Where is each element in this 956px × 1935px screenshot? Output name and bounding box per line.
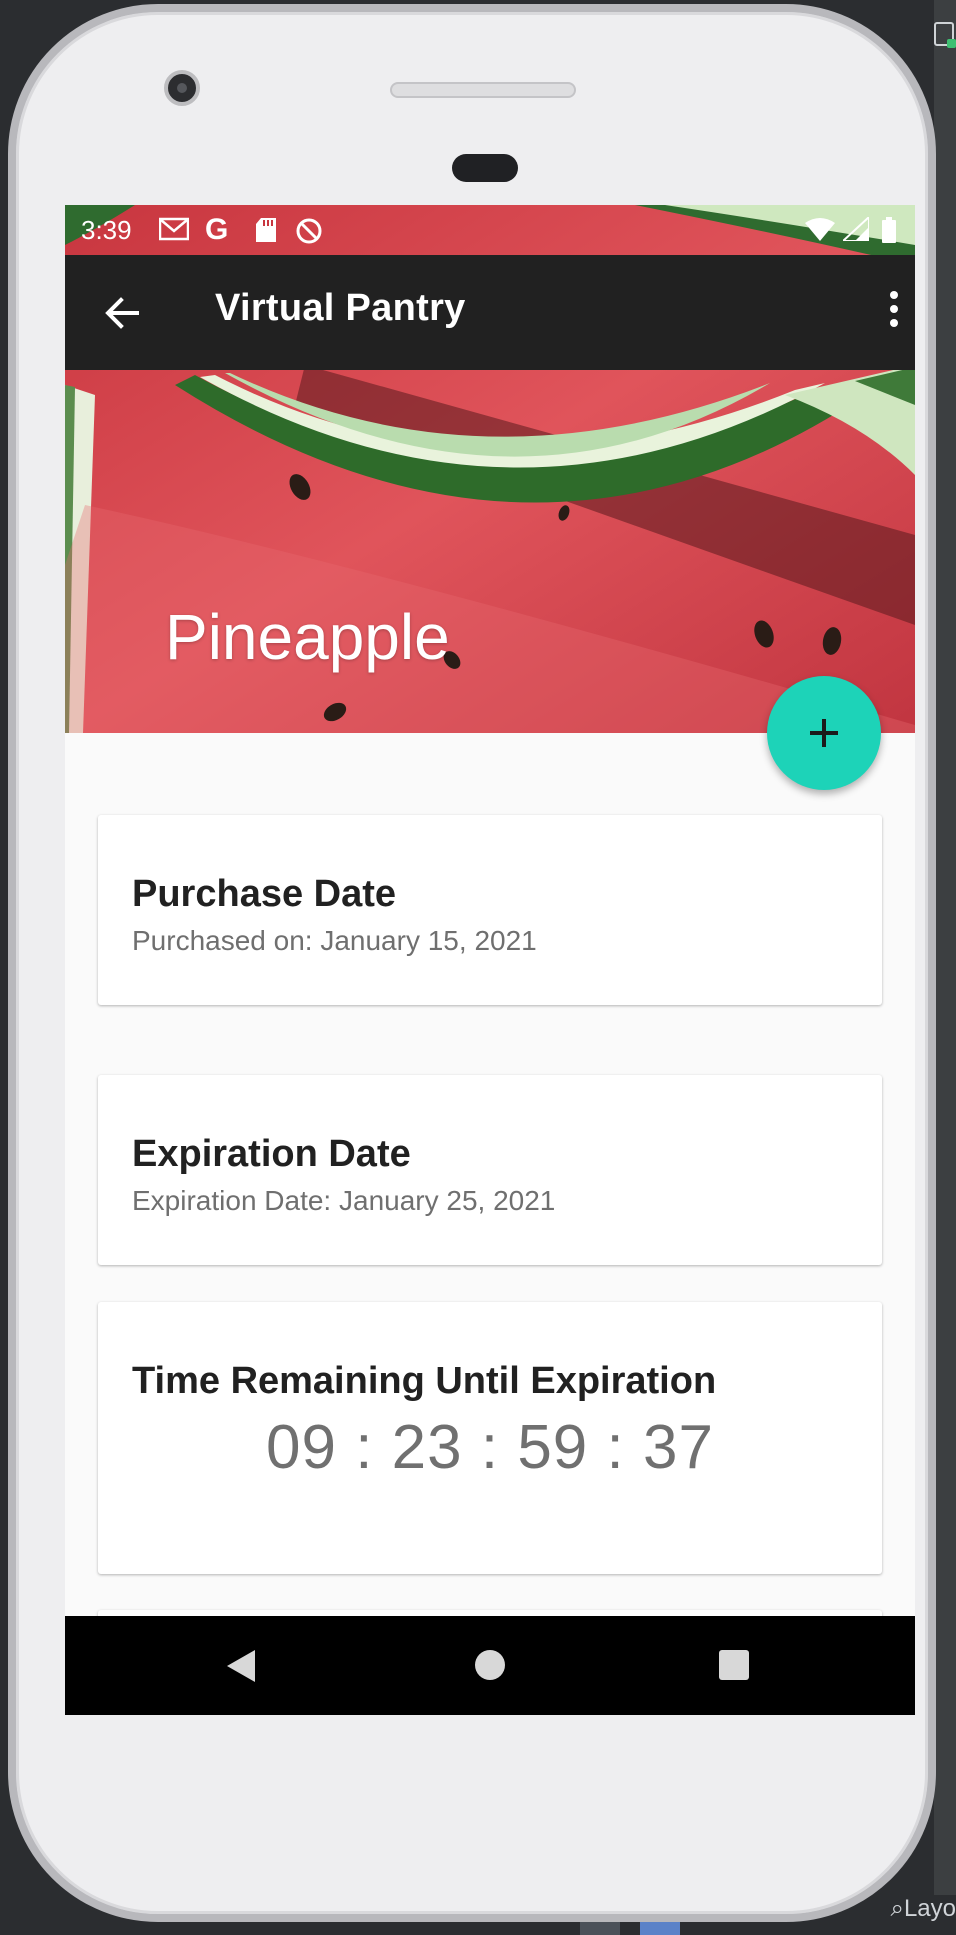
more-vert-icon xyxy=(879,291,909,327)
app-title: Virtual Pantry xyxy=(215,287,466,329)
battery-icon xyxy=(881,217,897,250)
purchase-date-title: Purchase Date xyxy=(132,873,397,915)
nav-back-icon[interactable] xyxy=(227,1650,255,1682)
app-bar: Virtual Pantry xyxy=(65,255,915,370)
signal-icon xyxy=(840,214,870,248)
status-time: 3:39 xyxy=(81,215,132,245)
item-name-title: Pineapple xyxy=(165,601,450,673)
arrow-back-icon xyxy=(105,297,139,329)
ide-tab[interactable] xyxy=(640,1921,680,1935)
expiration-date-card[interactable]: Expiration Date Expiration Date: January… xyxy=(98,1075,882,1265)
more-options-button[interactable] xyxy=(879,285,909,341)
device-screen: 3:39 G Virtual Pantry Pineapple Purchase… xyxy=(65,205,915,1715)
sd-card-icon xyxy=(255,217,277,250)
wifi-icon xyxy=(805,217,835,248)
nav-home-icon[interactable] xyxy=(475,1650,505,1680)
status-bar: 3:39 G xyxy=(65,205,915,255)
nav-recents-icon[interactable] xyxy=(719,1650,749,1680)
do-not-disturb-icon xyxy=(295,217,323,252)
front-camera xyxy=(164,70,200,106)
phone-frame: 3:39 G Virtual Pantry Pineapple Purchase… xyxy=(8,4,936,1922)
add-fab-button[interactable] xyxy=(767,676,881,790)
gmail-icon xyxy=(158,217,190,248)
earpiece-speaker xyxy=(390,82,576,98)
layout-inspector-label[interactable]: Layo xyxy=(891,1895,956,1923)
system-nav-bar xyxy=(65,1616,915,1715)
ide-tab[interactable] xyxy=(580,1921,620,1935)
purchase-date-card[interactable]: Purchase Date Purchased on: January 15, … xyxy=(98,815,882,1005)
proximity-sensor xyxy=(452,154,518,182)
back-button[interactable] xyxy=(95,285,151,341)
expiration-date-title: Expiration Date xyxy=(132,1133,411,1175)
purchase-date-value: Purchased on: January 15, 2021 xyxy=(132,925,537,956)
add-icon xyxy=(810,719,838,747)
time-remaining-title: Time Remaining Until Expiration xyxy=(132,1360,717,1402)
time-remaining-card[interactable]: Time Remaining Until Expiration 09 : 23 … xyxy=(98,1302,882,1574)
expiration-date-value: Expiration Date: January 25, 2021 xyxy=(132,1185,556,1216)
google-icon: G xyxy=(205,213,229,246)
ide-side-panel xyxy=(934,0,956,1935)
device-manager-icon[interactable] xyxy=(934,22,956,48)
countdown-timer: 09 : 23 : 59 : 37 xyxy=(266,1413,714,1482)
